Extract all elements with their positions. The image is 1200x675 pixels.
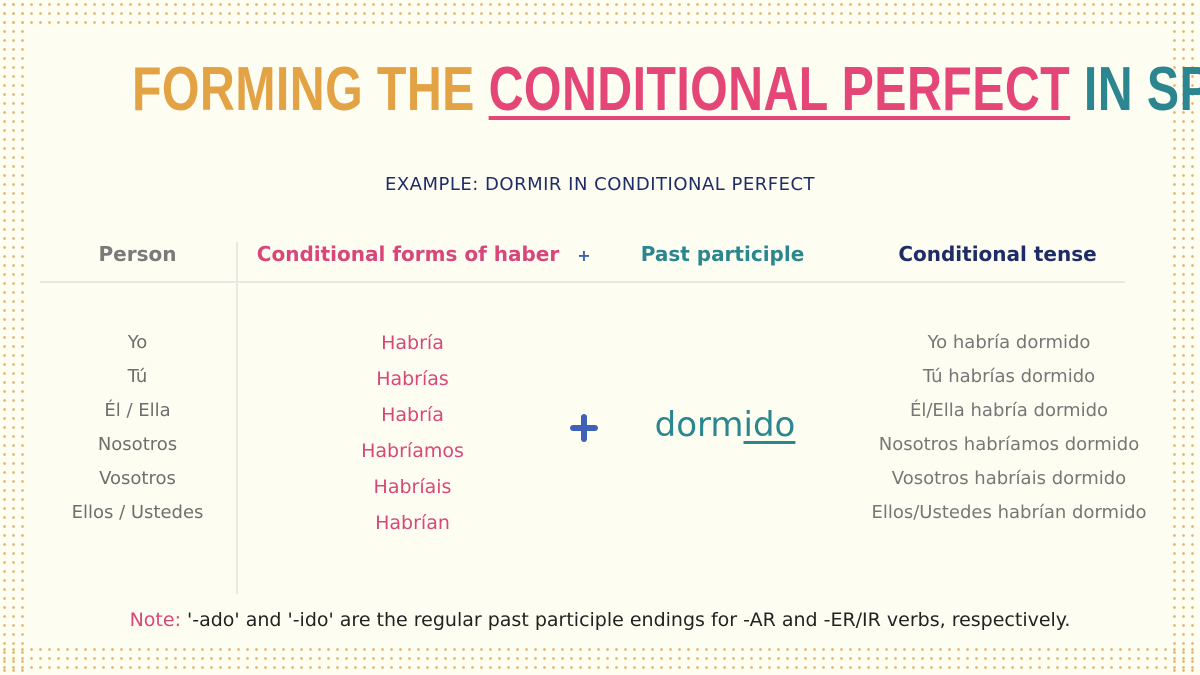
conditional-column: Yo habría dormido Tú habrías dormido Él/… xyxy=(850,329,1168,533)
dotted-frame-top xyxy=(0,0,1200,30)
person-item: Nosotros xyxy=(97,434,178,455)
header-haber: Conditional forms of haber xyxy=(256,242,560,266)
example-subtitle: EXAMPLE: DORMIR IN CONDITIONAL PERFECT xyxy=(384,174,816,195)
conditional-form: Nosotros habríamos dormido xyxy=(878,434,1140,455)
person-item: Ellos / Ustedes xyxy=(71,502,204,523)
haber-form: Habrías xyxy=(376,368,449,390)
past-participle: dormido xyxy=(640,405,810,445)
title-part-in-spanish: IN SPANISH xyxy=(1083,55,1200,124)
header-plus-icon: + xyxy=(577,246,591,265)
dotted-frame-bottom xyxy=(0,645,1200,675)
header-divider xyxy=(40,281,1125,283)
plus-icon xyxy=(565,408,605,448)
footnote: Note: '-ado' and '-ido' are the regular … xyxy=(0,609,1200,631)
person-column: Yo Tú Él / Ella Nosotros Vosotros Ellos … xyxy=(40,329,235,533)
conditional-form: Ellos/Ustedes habrían dormido xyxy=(871,502,1147,523)
note-text: '-ado' and '-ido' are the regular past p… xyxy=(180,609,1071,631)
page-title: FORMING THE CONDITIONAL PERFECT IN SPANI… xyxy=(132,54,1200,126)
dotted-frame-left xyxy=(0,0,30,675)
header-past-participle: Past participle xyxy=(640,242,805,266)
note-label: Note: xyxy=(129,609,181,631)
participle-stem: dorm xyxy=(654,405,744,445)
haber-form: Habríais xyxy=(373,476,452,498)
haber-form: Habríamos xyxy=(361,440,464,462)
haber-form: Habría xyxy=(381,404,444,426)
title-part-forming: FORMING THE xyxy=(132,55,489,124)
person-item: Yo xyxy=(127,332,148,353)
conditional-form: Tú habrías dormido xyxy=(922,366,1096,387)
person-item: Tú xyxy=(127,366,148,387)
header-person: Person xyxy=(98,242,177,266)
haber-column: Habría Habrías Habría Habríamos Habríais… xyxy=(300,329,525,545)
person-item: Él / Ella xyxy=(104,400,171,421)
conditional-form: Yo habría dormido xyxy=(927,332,1091,353)
person-item: Vosotros xyxy=(99,468,176,489)
participle-ending: ido xyxy=(743,405,796,445)
conditional-form: Él/Ella habría dormido xyxy=(909,400,1109,421)
header-conditional-tense: Conditional tense xyxy=(898,242,1097,266)
column-divider xyxy=(236,242,238,594)
conditional-form: Vosotros habríais dormido xyxy=(891,468,1127,489)
haber-form: Habrían xyxy=(375,512,450,534)
haber-form: Habría xyxy=(381,332,444,354)
title-part-conditional-perfect: CONDITIONAL PERFECT xyxy=(488,55,1071,124)
